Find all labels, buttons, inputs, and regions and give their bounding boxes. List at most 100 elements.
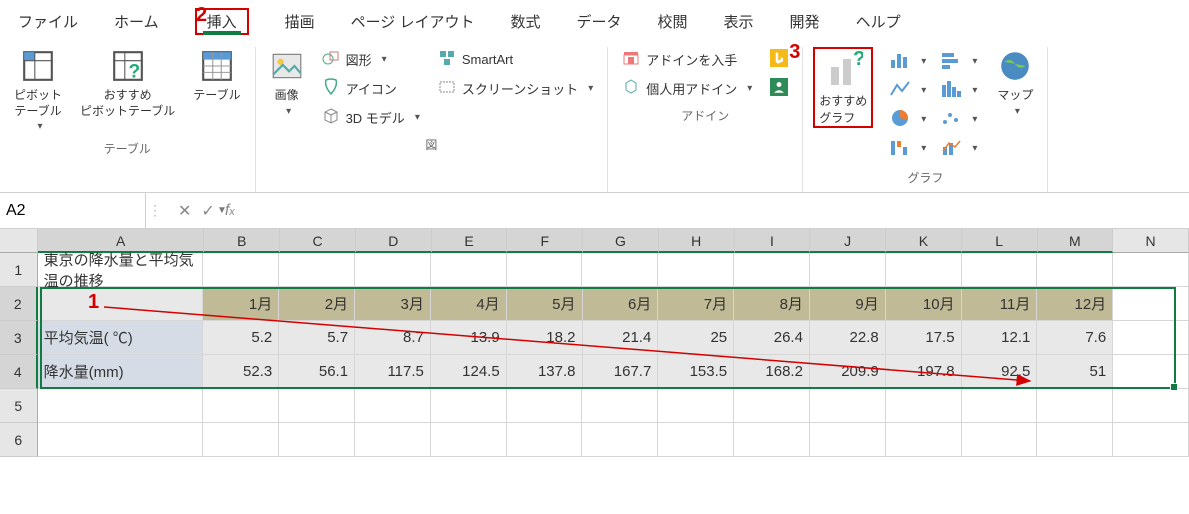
row-header[interactable]: 3 xyxy=(0,321,38,355)
tab-home[interactable]: ホーム xyxy=(114,11,159,32)
cell[interactable]: 13.9 xyxy=(431,321,507,355)
cell[interactable] xyxy=(431,389,507,423)
cell[interactable] xyxy=(962,389,1038,423)
col-header[interactable]: N xyxy=(1113,229,1189,253)
smartart-button[interactable]: SmartArt xyxy=(434,47,597,72)
model3d-button[interactable]: 3D モデル xyxy=(318,105,424,130)
column-chart-button[interactable] xyxy=(887,49,928,74)
cell[interactable] xyxy=(355,423,431,457)
cell[interactable] xyxy=(886,423,962,457)
cell[interactable] xyxy=(38,423,204,457)
col-header[interactable]: K xyxy=(886,229,962,253)
cell[interactable] xyxy=(658,389,734,423)
cell[interactable]: 17.5 xyxy=(886,321,962,355)
cell[interactable] xyxy=(582,253,658,287)
cell[interactable]: 5月 xyxy=(507,287,583,321)
col-header[interactable]: H xyxy=(659,229,735,253)
col-header[interactable]: C xyxy=(280,229,356,253)
cell[interactable] xyxy=(431,423,507,457)
cell[interactable]: 26.4 xyxy=(734,321,810,355)
cell[interactable]: 12月 xyxy=(1037,287,1113,321)
cell[interactable]: 7.6 xyxy=(1037,321,1113,355)
cell[interactable] xyxy=(1113,389,1189,423)
cell[interactable] xyxy=(1113,253,1189,287)
cell[interactable] xyxy=(279,389,355,423)
waterfall-chart-button[interactable] xyxy=(887,136,928,161)
cell[interactable] xyxy=(886,253,962,287)
tab-pagelayout[interactable]: ページ レイアウト xyxy=(351,11,475,32)
cell[interactable]: 8.7 xyxy=(355,321,431,355)
cell[interactable] xyxy=(962,423,1038,457)
col-header[interactable]: D xyxy=(356,229,432,253)
cell[interactable] xyxy=(1113,355,1189,389)
scatter-chart-button[interactable] xyxy=(938,107,979,132)
get-addins-button[interactable]: アドインを入手 xyxy=(618,47,756,72)
col-header[interactable]: E xyxy=(432,229,508,253)
cell[interactable] xyxy=(203,389,279,423)
col-header[interactable]: I xyxy=(735,229,811,253)
tab-data[interactable]: データ xyxy=(577,11,622,32)
cell[interactable] xyxy=(38,389,204,423)
cell[interactable] xyxy=(658,423,734,457)
cell[interactable] xyxy=(734,389,810,423)
people-graph-button[interactable] xyxy=(766,76,792,101)
shapes-button[interactable]: 図形 xyxy=(318,47,424,72)
pie-chart-button[interactable] xyxy=(887,107,928,132)
cell[interactable]: 168.2 xyxy=(734,355,810,389)
cell[interactable] xyxy=(734,423,810,457)
cell[interactable]: 3月 xyxy=(355,287,431,321)
cell[interactable]: 8月 xyxy=(734,287,810,321)
tab-help[interactable]: ヘルプ xyxy=(856,11,901,32)
cell[interactable]: 209.9 xyxy=(810,355,886,389)
tab-developer[interactable]: 開発 xyxy=(790,11,820,32)
cell[interactable] xyxy=(279,253,355,287)
recommended-chart-button[interactable]: ? おすすめ グラフ xyxy=(813,47,873,128)
rec-pivot-button[interactable]: ? おすすめ ピボットテーブル xyxy=(76,47,179,121)
image-button[interactable]: 画像 xyxy=(266,47,308,119)
row-header[interactable]: 4 xyxy=(0,355,38,389)
cell[interactable] xyxy=(810,423,886,457)
cell[interactable] xyxy=(734,253,810,287)
pivot-table-button[interactable]: ピボット テーブル xyxy=(10,47,66,134)
row-header[interactable]: 6 xyxy=(0,423,38,457)
cell[interactable]: 56.1 xyxy=(279,355,355,389)
cell[interactable]: 11月 xyxy=(962,287,1038,321)
cell[interactable] xyxy=(507,253,583,287)
cell[interactable]: 21.4 xyxy=(583,321,659,355)
cell[interactable] xyxy=(1037,253,1113,287)
screenshot-button[interactable]: スクリーンショット xyxy=(434,76,597,101)
row-header[interactable]: 5 xyxy=(0,389,38,423)
cell[interactable] xyxy=(203,423,279,457)
combo-chart-button[interactable] xyxy=(938,136,979,161)
cell[interactable] xyxy=(886,389,962,423)
cell[interactable]: 4月 xyxy=(431,287,507,321)
spreadsheet[interactable]: A B C D E F G H I J K L M N 1 東京の降水量と平均気… xyxy=(0,229,1189,457)
cell[interactable] xyxy=(582,423,658,457)
cell[interactable]: 92.5 xyxy=(962,355,1038,389)
map-button[interactable]: マップ xyxy=(993,47,1037,119)
col-header[interactable]: B xyxy=(204,229,280,253)
cell[interactable]: 5.7 xyxy=(279,321,355,355)
cell[interactable]: 2月 xyxy=(279,287,355,321)
cell[interactable]: 東京の降水量と平均気温の推移 xyxy=(38,253,204,287)
cell[interactable] xyxy=(507,423,583,457)
cell[interactable]: 6月 xyxy=(583,287,659,321)
cell[interactable]: 124.5 xyxy=(431,355,507,389)
cell[interactable]: 197.8 xyxy=(886,355,962,389)
tab-formulas[interactable]: 数式 xyxy=(510,11,540,32)
select-all-corner[interactable] xyxy=(0,229,38,253)
cell[interactable] xyxy=(582,389,658,423)
cell[interactable]: 5.2 xyxy=(203,321,279,355)
cell[interactable]: 12.1 xyxy=(962,321,1038,355)
col-header[interactable]: G xyxy=(583,229,659,253)
row-header[interactable]: 2 xyxy=(0,287,38,321)
cell[interactable]: 22.8 xyxy=(810,321,886,355)
cell[interactable]: 52.3 xyxy=(203,355,279,389)
cell[interactable]: 9月 xyxy=(810,287,886,321)
row-header[interactable]: 1 xyxy=(0,253,38,287)
fx-icon[interactable]: fx xyxy=(225,202,235,220)
tab-draw[interactable]: 描画 xyxy=(285,11,315,32)
personal-addins-button[interactable]: 個人用アドイン xyxy=(618,76,756,101)
cell[interactable]: 10月 xyxy=(886,287,962,321)
table-button[interactable]: テーブル xyxy=(189,47,244,106)
